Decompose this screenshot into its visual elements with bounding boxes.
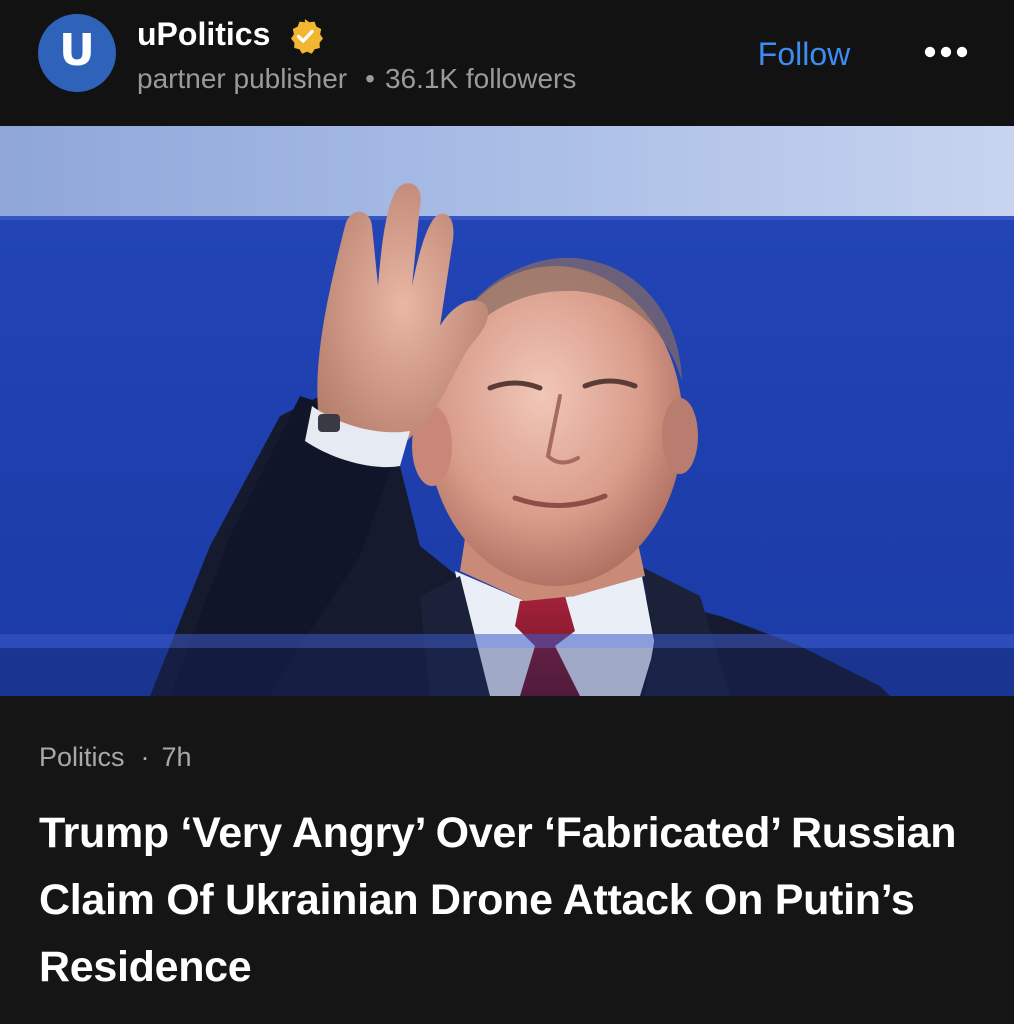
publisher-name[interactable]: uPolitics bbox=[137, 14, 270, 54]
hero-photo-illustration bbox=[0, 126, 1014, 696]
article-meta: Politics · 7h bbox=[39, 738, 192, 776]
publisher-type: partner publisher bbox=[137, 63, 348, 94]
article-meta-separator: · bbox=[140, 742, 150, 772]
article-age: 7h bbox=[161, 742, 192, 772]
article-hero-image[interactable] bbox=[0, 126, 1014, 696]
more-options-button[interactable] bbox=[912, 32, 976, 72]
more-horizontal-icon bbox=[924, 46, 968, 58]
verified-badge-icon bbox=[291, 19, 323, 54]
publisher-meta: partner publisher • 36.1K followers bbox=[137, 60, 576, 98]
publisher-avatar[interactable]: U bbox=[38, 14, 116, 92]
follower-count: 36.1K followers bbox=[384, 63, 577, 94]
article-headline[interactable]: Trump ‘Very Angry’ Over ‘Fabricated’ Rus… bbox=[39, 800, 989, 1001]
follow-button[interactable]: Follow bbox=[742, 30, 866, 78]
article-category[interactable]: Politics bbox=[39, 742, 125, 772]
meta-separator-dot: • bbox=[365, 63, 375, 94]
publisher-header: U uPolitics partner publisher • 36.1K foll… bbox=[0, 0, 1014, 126]
avatar-letter: U bbox=[59, 25, 95, 76]
